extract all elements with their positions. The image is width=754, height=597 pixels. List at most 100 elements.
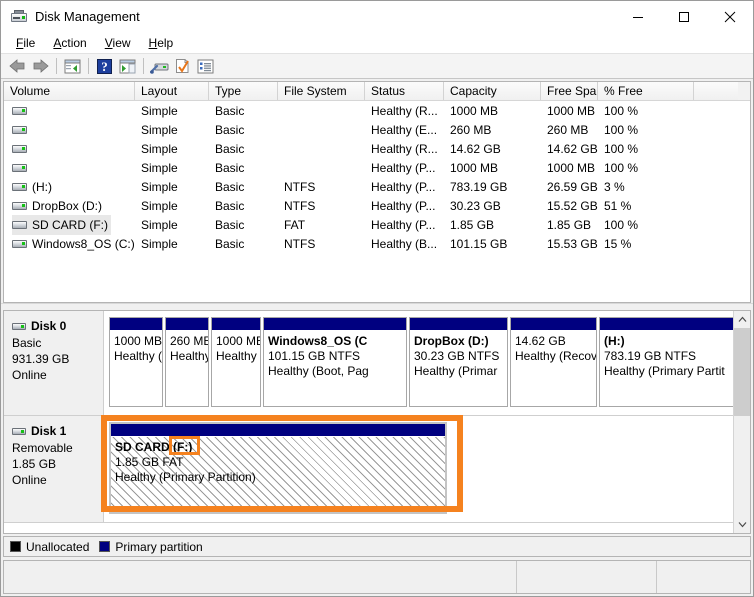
help-icon[interactable]: ? [93, 55, 116, 77]
menu-view[interactable]: View [96, 34, 140, 52]
close-button[interactable] [707, 1, 753, 32]
disk-title: Disk 0 [12, 319, 103, 333]
cell-type: Basic [215, 160, 245, 175]
column-header-free-space[interactable]: Free Spa... [541, 82, 598, 100]
forward-arrow-icon[interactable] [29, 55, 52, 77]
menu-action-label: ction [61, 35, 87, 50]
up-one-level-icon[interactable] [61, 55, 84, 77]
maximize-button[interactable] [661, 1, 707, 32]
table-row[interactable]: Simple Basic Healthy (E... 260 MB 260 MB 100 … [4, 120, 750, 139]
volume-name-wrapper: Windows8_OS (C:) [12, 234, 135, 254]
table-row[interactable]: DropBox (D:) Simple Basic NTFS Healthy (P...… [4, 196, 750, 215]
disk-info-panel[interactable]: Disk 0 Basic 931.39 GB Online [4, 311, 104, 415]
drive-icon [12, 201, 27, 210]
menu-help-label: elp [157, 35, 174, 50]
show-action-pane-icon[interactable] [194, 55, 217, 77]
table-row[interactable]: (H:) Simple Basic NTFS Healthy (P... 783.19 G… [4, 177, 750, 196]
legend-item: Unallocated [10, 540, 89, 554]
column-header-capacity[interactable]: Capacity [444, 82, 541, 100]
show-hide-console-tree-icon[interactable] [116, 55, 139, 77]
cell-capacity: 1.85 GB [450, 217, 495, 232]
volume-name-wrapper: DropBox (D:) [12, 196, 105, 216]
partition-block[interactable]: DropBox (D:) 30.23 GB NTFS Healthy (Primar [409, 317, 508, 407]
table-row[interactable]: SD CARD (F:) Simple Basic FAT Healthy (P... 1… [4, 214, 750, 235]
scroll-down-arrow-icon[interactable] [734, 516, 750, 533]
cell-file-system: NTFS [284, 198, 316, 213]
scrollbar-thumb[interactable] [734, 328, 750, 416]
cell-percent-free: 100 % [604, 122, 639, 137]
legend-color-swatch [99, 541, 111, 552]
pane-splitter[interactable] [1, 303, 753, 310]
partition-details: DropBox (D:) 30.23 GB NTFS Healthy (Primar [410, 331, 507, 406]
scrollbar-track[interactable] [734, 328, 750, 516]
partition-status: Healthy [170, 349, 208, 363]
cell-file-system: NTFS [284, 179, 316, 194]
partition-block[interactable]: Windows8_OS (C 101.15 GB NTFS Healthy (Boo… [263, 317, 407, 407]
partition-details: SD CARD (F:) 1.85 GB FAT Healthy (Primary … [111, 437, 445, 512]
partitions-strip: 1000 MB Healthy (260 ME Healthy 1000 MB Heal… [104, 311, 733, 415]
partition-block[interactable]: 14.62 GB Healthy (Recov [510, 317, 597, 407]
partition-size: 1.85 GB FAT [115, 455, 184, 469]
partition-size: 783.19 GB NTFS [604, 349, 697, 363]
cell-free-space: 1.85 GB [547, 217, 592, 232]
partition-type-bar [212, 318, 260, 331]
cell-capacity: 783.19 GB [450, 179, 508, 194]
table-row[interactable]: Simple Basic Healthy (P... 1000 MB 1000 MB 10… [4, 158, 750, 177]
table-row[interactable]: Windows8_OS (C:) Simple Basic NTFS Healthy (… [4, 234, 750, 253]
partition-block[interactable]: 1000 MB Healthy ( [211, 317, 261, 407]
partition-type-bar [110, 318, 162, 331]
cell-volume: Windows8_OS (C:) [4, 234, 135, 254]
disk-icon [12, 427, 26, 435]
disk-info-panel[interactable]: Disk 1 Removable 1.85 GB Online [4, 416, 104, 522]
disk-row: Disk 1 Removable 1.85 GB Online SD CARD (F:)… [4, 416, 733, 523]
menu-action[interactable]: Action [44, 34, 95, 52]
graphical-view-scrollbar[interactable] [733, 311, 750, 533]
cell-free-space: 260 MB [547, 122, 589, 137]
menu-file-label: ile [23, 35, 36, 50]
drive-icon [12, 182, 27, 191]
column-header-type[interactable]: Type [209, 82, 278, 100]
cell-capacity: 14.62 GB [450, 141, 501, 156]
partition-block[interactable]: 1000 MB Healthy ( [109, 317, 163, 407]
partitions-strip: SD CARD (F:) 1.85 GB FAT Healthy (Primary … [104, 416, 733, 522]
status-panel-1 [4, 561, 517, 593]
cell-type: Basic [215, 122, 245, 137]
column-header-volume[interactable]: Volume [4, 82, 135, 100]
column-header-status[interactable]: Status [365, 82, 444, 100]
legend-color-swatch [10, 541, 21, 552]
partition-size: 101.15 GB NTFS [268, 349, 361, 363]
disk-meta-line: Basic [12, 336, 42, 350]
title-bar: Disk Management [1, 1, 753, 32]
minimize-button[interactable] [615, 1, 661, 32]
partition-details: 260 ME Healthy [166, 331, 208, 406]
menu-help[interactable]: Help [140, 34, 183, 52]
column-header-layout[interactable]: Layout [135, 82, 209, 100]
toolbar-separator [56, 58, 57, 74]
scroll-up-arrow-icon[interactable] [734, 311, 750, 328]
rescan-disks-icon[interactable] [148, 55, 171, 77]
column-header-percent-free[interactable]: % Free [598, 82, 694, 100]
partition-name: SD CARD (F:) [115, 440, 193, 454]
table-row[interactable]: Simple Basic Healthy (R... 1000 MB 1000 MB 10… [4, 101, 750, 120]
table-row[interactable]: Simple Basic Healthy (R... 14.62 GB 14.62 GB… [4, 139, 750, 158]
disk-name: Disk 0 [31, 319, 67, 333]
partition-block[interactable]: 260 ME Healthy [165, 317, 209, 407]
properties-icon[interactable] [171, 55, 194, 77]
partition-details: 1000 MB Healthy ( [212, 331, 260, 406]
partition-details: 1000 MB Healthy ( [110, 331, 162, 406]
cell-free-space: 15.52 GB [547, 198, 598, 213]
cell-type: Basic [215, 141, 245, 156]
partition-name: (H:) [604, 334, 625, 348]
cell-percent-free: 100 % [604, 103, 639, 118]
toolbar: ? [1, 53, 753, 79]
menu-file[interactable]: File [7, 34, 44, 52]
cell-layout: Simple [141, 236, 178, 251]
volume-label: DropBox (D:) [32, 198, 103, 213]
back-arrow-icon[interactable] [6, 55, 29, 77]
disk-management-icon [11, 9, 27, 25]
cell-volume [4, 106, 135, 116]
column-header-file-system[interactable]: File System [278, 82, 365, 100]
partition-block[interactable]: SD CARD (F:) 1.85 GB FAT Healthy (Primary … [109, 422, 447, 514]
partition-block[interactable]: (H:) 783.19 GB NTFS Healthy (Primary Parti… [599, 317, 733, 407]
cell-file-system: NTFS [284, 236, 316, 251]
